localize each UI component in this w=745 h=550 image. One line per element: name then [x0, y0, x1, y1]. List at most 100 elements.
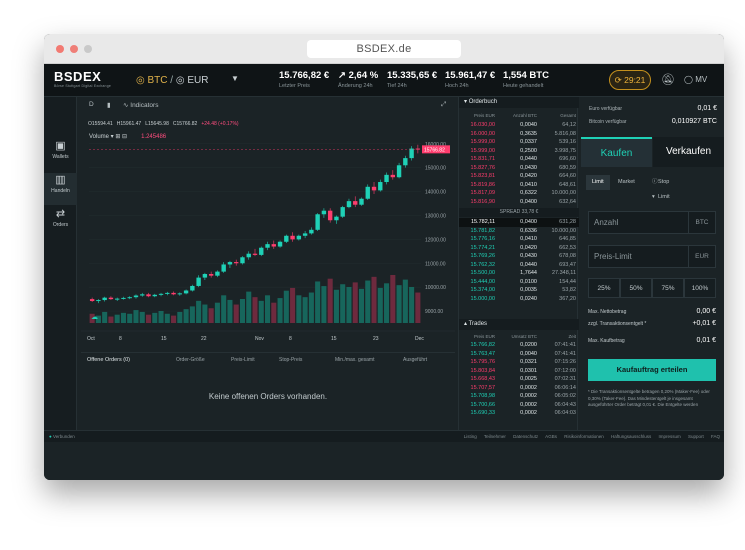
volume-bar [346, 287, 352, 323]
bid-cell: 631,28 [559, 219, 576, 225]
bid-cell: 27.348,11 [551, 270, 576, 276]
pct-75-button[interactable]: 75% [652, 278, 684, 298]
trade-row: 15.707,57 0,0002 06:06:14 [459, 384, 579, 393]
volume-bar [402, 279, 408, 323]
pct-50-button[interactable]: 50% [620, 278, 652, 298]
x-tick-label: Dec [415, 336, 424, 342]
volume-bar [221, 295, 227, 323]
candlestick-chart[interactable]: 16000.0015000.0014000.0013000.0012000.00… [81, 97, 455, 349]
volume-bar [227, 299, 233, 323]
order-type-limit[interactable]: Limit [586, 175, 610, 190]
candle-body [114, 298, 120, 300]
volume-bar [202, 304, 208, 323]
footer-links[interactable]: Listing Teilnehmer Datenschutz AGBs Risi… [464, 434, 720, 439]
ask-cell: 16.030,00 [470, 122, 495, 128]
bid-cell: 15.500,00 [470, 270, 495, 276]
logo-subtitle: Börse Stuttgart Digital Exchange [54, 84, 111, 88]
candle-body [315, 214, 320, 230]
order-type-market[interactable]: Market [612, 175, 641, 190]
orderbook-ask-row[interactable]: 15.831,71 0,0440 696,60 [459, 155, 579, 164]
volume-bar [239, 299, 246, 323]
orderbook-bid-row[interactable]: 15.774,21 0,0420 662,53 [459, 244, 579, 253]
orderbook-ask-row[interactable]: 15.999,00 0,0337 539,16 [459, 138, 579, 147]
orderbook-bid-row[interactable]: 15.500,00 1,7644 27.348,11 [459, 269, 579, 278]
chevron-down-icon[interactable]: ▼ [231, 74, 239, 83]
orderbook-ask-row[interactable]: 15.816,90 0,0400 632,64 [459, 198, 579, 207]
session-timer[interactable]: ⟳ 29:21 [609, 70, 651, 90]
candle-body [334, 216, 339, 221]
bid-cell: 0,6336 [520, 227, 537, 234]
price-limit-field[interactable]: Preis-Limit EUR [588, 245, 716, 268]
trade-cell: 07:41:41 [554, 350, 576, 357]
orderbook-bid-row[interactable]: 15.762,32 0,0440 693,47 [459, 261, 579, 270]
x-tick-label: 8 [289, 336, 292, 342]
user-menu[interactable]: ◯ MV [684, 75, 707, 84]
orderbook-bid-row[interactable]: 15.776,16 0,0410 646,85 [459, 235, 579, 244]
ask-cell: 3.998,75 [554, 147, 576, 154]
bid-cell: 15.374,00 [470, 287, 495, 293]
orderbook-bid-row[interactable]: 15.374,00 0,0035 53,82 [459, 286, 579, 295]
candle-body [146, 294, 151, 297]
sidebar-item-handeln[interactable]: ▥ Handeln [44, 173, 77, 205]
ask-cell: 0,0400 [520, 198, 537, 205]
maximize-dot-icon[interactable] [84, 45, 92, 53]
tab-verkaufen[interactable]: Verkaufen [653, 137, 724, 167]
orderbook-ask-row[interactable]: 15.827,76 0,0430 680,59 [459, 164, 579, 173]
eur-balance: Euro verfügbar 0,01 € [589, 105, 717, 112]
candle-body [158, 293, 164, 295]
trade-cell: 15.766,82 [470, 342, 495, 348]
orderbook-ask-row[interactable]: 15.819,86 0,0410 648,61 [459, 181, 579, 190]
orderbook-bid-row[interactable]: 15.444,00 0,0100 154,44 [459, 278, 579, 287]
candle-body [340, 207, 345, 217]
y-tick-label: 15000.00 [425, 166, 446, 172]
orderbook-ask-row[interactable]: 16.030,00 0,0040 64,12 [459, 121, 579, 130]
orderbook-ask-row[interactable]: 15.999,00 0,2500 3.998,75 [459, 147, 579, 156]
candle-body [321, 210, 327, 215]
orderbook-bid-row[interactable]: 15.782,11 0,0400 631,28 [459, 218, 579, 227]
sidebar-item-orders[interactable]: ⇄ Orders [44, 207, 77, 239]
pct-25-button[interactable]: 25% [588, 278, 620, 298]
orderbook-ask-row[interactable]: 15.817,09 0,6322 10.000,00 [459, 189, 579, 198]
tab-kaufen[interactable]: Kaufen [581, 137, 652, 167]
volume-bar [102, 311, 108, 323]
ask-cell: 15.999,00 [470, 139, 495, 145]
y-tick-label: 14000.00 [425, 190, 446, 196]
volume-bar [171, 315, 177, 323]
stat-low-24h: 15.335,65 € Tief 24h [387, 70, 438, 89]
sidebar-item-wallets[interactable]: ▣ Wallets [44, 139, 77, 171]
trade-cell: 0,0040 [520, 350, 537, 357]
stat-high-24h: 15.961,47 € Hoch 24h [445, 70, 496, 89]
place-buy-order-button[interactable]: Kaufauftrag erteilen [588, 359, 716, 381]
amount-field[interactable]: Anzahl BTC [588, 211, 716, 234]
ask-cell: 0,0337 [520, 139, 537, 145]
candle-body [215, 271, 220, 276]
orderbook-bid-row[interactable]: 15.781,82 0,6336 10.000,00 [459, 227, 579, 236]
orderbook-bid-row[interactable]: 15.769,26 0,0430 678,08 [459, 252, 579, 261]
ask-cell: 664,60 [559, 173, 576, 179]
pct-100-button[interactable]: 100% [684, 278, 716, 298]
ask-cell: 15.819,86 [470, 181, 495, 188]
candle-body [390, 174, 396, 178]
bid-cell: 15.782,11 [470, 219, 495, 225]
ask-cell: 0,6322 [520, 190, 537, 196]
volume-bar [340, 284, 346, 323]
address-bar[interactable]: BSDEX.de [307, 40, 461, 58]
candle-body [177, 293, 183, 295]
pair-selector[interactable]: ◎ BTC / ◎ EUR [136, 75, 209, 86]
bid-cell: 1,7644 [520, 270, 537, 276]
candle-body [165, 292, 170, 294]
orderbook-ask-row[interactable]: 16.000,00 0,3635 5.816,08 [459, 130, 579, 139]
orderbook-header[interactable]: ▾ Orderbuch [459, 97, 579, 108]
close-dot-icon[interactable] [56, 45, 64, 53]
y-tick-label: 9000.00 [425, 309, 443, 315]
candle-body [371, 186, 377, 191]
trade-cell: 0,0321 [520, 359, 537, 365]
orderbook-bid-row[interactable]: 15.000,00 0,0240 367,20 [459, 295, 579, 304]
notifications-off-icon[interactable]: 🔕︎ [661, 73, 675, 86]
trades-header[interactable]: ▴ Trades [459, 319, 579, 330]
minimize-dot-icon[interactable] [70, 45, 78, 53]
trade-row: 15.700,66 0,0002 06:04:43 [459, 401, 579, 410]
order-type-stop-limit[interactable]: ⓘ Stop Limit ▾ [646, 175, 670, 200]
orderbook-ask-row[interactable]: 15.823,81 0,0420 664,60 [459, 172, 579, 181]
bsdex-logo[interactable]: BSDEX [54, 69, 101, 84]
